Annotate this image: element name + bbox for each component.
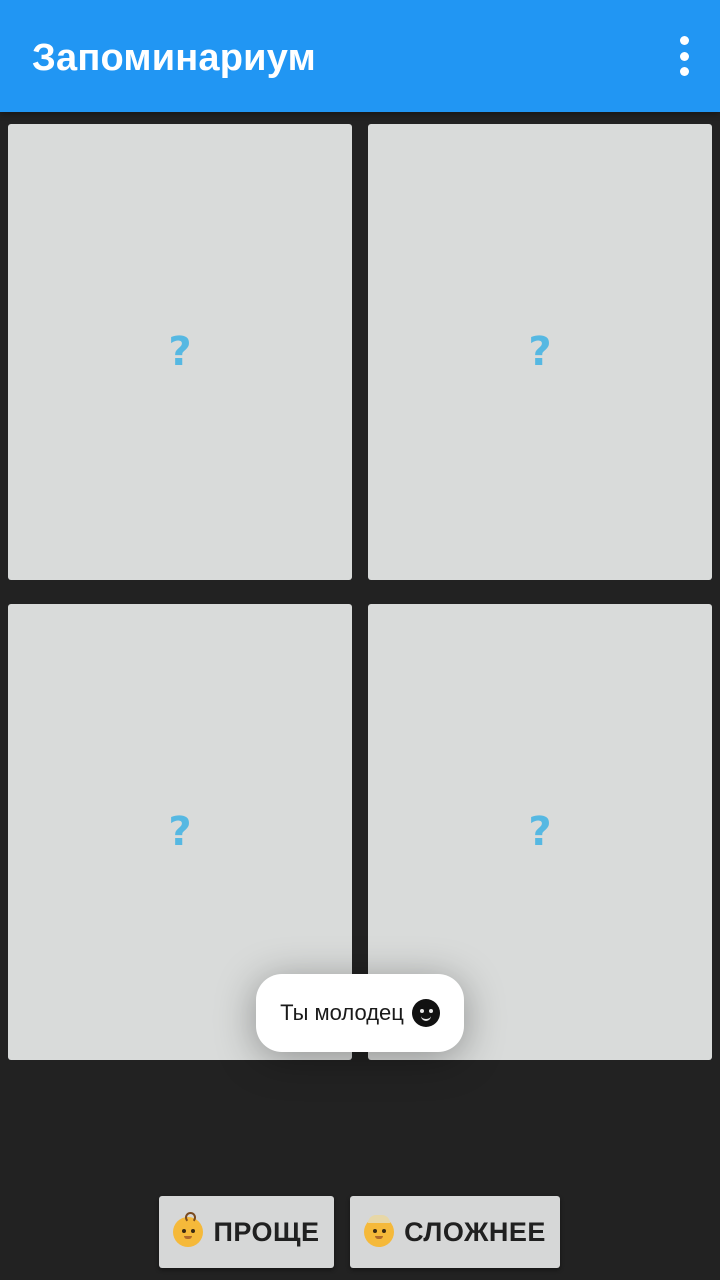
harder-button[interactable]: СЛОЖНЕЕ	[350, 1196, 560, 1268]
app-screen: Запоминариум ? ? ? ? Ты молодец ПРОЩЕ СЛ…	[0, 0, 720, 1280]
memory-card-2[interactable]: ?	[368, 124, 712, 580]
question-mark-icon: ?	[528, 809, 552, 855]
older-person-icon	[364, 1215, 395, 1247]
menu-dot	[679, 67, 689, 76]
question-mark-icon: ?	[528, 329, 552, 375]
harder-button-label: СЛОЖНЕЕ	[404, 1216, 546, 1247]
app-bar: Запоминариум	[0, 0, 720, 112]
baby-icon	[173, 1212, 204, 1247]
question-mark-icon: ?	[168, 329, 192, 375]
app-title: Запоминариум	[32, 37, 316, 79]
menu-dot	[679, 36, 689, 45]
new-moon-face-icon	[411, 999, 440, 1027]
easier-button-label: ПРОЩЕ	[213, 1216, 320, 1247]
toast-message: Ты молодец	[256, 974, 464, 1052]
memory-card-1[interactable]: ?	[8, 124, 352, 580]
toast-text: Ты молодец	[280, 1000, 404, 1025]
question-mark-icon: ?	[168, 809, 192, 855]
more-vert-icon[interactable]	[672, 36, 696, 76]
menu-dot	[679, 51, 689, 61]
easier-button[interactable]: ПРОЩЕ	[159, 1196, 334, 1268]
